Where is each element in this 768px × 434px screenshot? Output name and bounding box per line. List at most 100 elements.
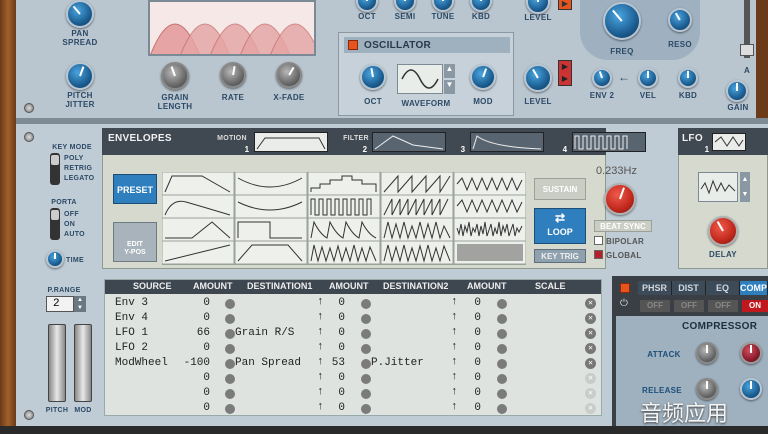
env-tab-4[interactable] xyxy=(572,132,646,152)
destination-1-arrow-icon[interactable]: ↑ xyxy=(317,341,324,353)
freq-knob[interactable] xyxy=(603,2,641,40)
fx-tab-comp[interactable]: COMP xyxy=(740,281,768,295)
amount-2-cell[interactable]: 0 xyxy=(338,327,345,339)
amount-3-knob-icon[interactable] xyxy=(497,389,507,399)
table-row[interactable]: Env 3 0 0 0 ↑ ↑ ✕ xyxy=(105,296,601,311)
prange-stepper[interactable]: ▲ ▼ xyxy=(74,296,86,312)
amount-1-knob-icon[interactable] xyxy=(225,359,235,369)
source-cell[interactable]: ModWheel xyxy=(115,357,168,369)
lfo-tab-1[interactable] xyxy=(712,133,746,151)
amount-2-knob-icon[interactable] xyxy=(361,359,371,369)
destination-2-arrow-icon[interactable]: ↑ xyxy=(451,401,458,413)
rate-knob[interactable] xyxy=(220,62,246,88)
destination-1-arrow-icon[interactable]: ↑ xyxy=(317,296,324,308)
vel-knob[interactable] xyxy=(638,68,658,88)
amount-1-knob-icon[interactable] xyxy=(225,344,235,354)
comp-threshold-knob[interactable] xyxy=(740,342,762,364)
key-trig-button[interactable]: KEY TRIG xyxy=(534,249,586,263)
preset-button[interactable]: PRESET xyxy=(113,174,157,204)
mod-wheel[interactable] xyxy=(74,324,92,402)
fx-tab-phsr[interactable]: PHSR xyxy=(638,281,672,295)
amount-3-cell[interactable]: 0 xyxy=(474,387,481,399)
waveform-down-arrow[interactable]: ▼ xyxy=(444,80,455,94)
amount-2-knob-icon[interactable] xyxy=(361,299,371,309)
amount-1-cell[interactable]: 66 xyxy=(197,327,210,339)
pan-spread-knob[interactable] xyxy=(66,0,94,28)
fx-power-led[interactable] xyxy=(620,283,630,293)
destination-2-arrow-icon[interactable]: ↑ xyxy=(451,296,458,308)
table-row[interactable]: Env 4 0 0 0 ↑ ↑ ✕ xyxy=(105,311,601,326)
waveform-up-arrow[interactable]: ▲ xyxy=(444,64,455,78)
porta-switch[interactable] xyxy=(50,208,60,240)
bipolar-checkbox[interactable] xyxy=(594,236,603,245)
table-row[interactable]: 0 0 0 ↑ ↑ ✕ xyxy=(105,371,601,386)
gain-knob[interactable] xyxy=(726,80,748,102)
sustain-button[interactable]: SUSTAIN xyxy=(534,178,586,200)
fx-eq-state[interactable]: OFF xyxy=(708,300,738,312)
amount-3-knob-icon[interactable] xyxy=(497,359,507,369)
destination-1-arrow-icon[interactable]: ↑ xyxy=(317,311,324,323)
amount-3-cell[interactable]: 0 xyxy=(474,312,481,324)
amount-3-cell[interactable]: 0 xyxy=(474,327,481,339)
clear-row-icon[interactable]: ✕ xyxy=(585,343,596,354)
amp-fader-cap[interactable] xyxy=(740,44,754,56)
comp-ratio-knob[interactable] xyxy=(740,378,762,400)
amount-1-knob-icon[interactable] xyxy=(225,374,235,384)
attack-knob[interactable] xyxy=(696,342,718,364)
amount-1-knob-icon[interactable] xyxy=(225,389,235,399)
beat-sync-button[interactable]: BEAT SYNC xyxy=(594,220,652,232)
route-button-1[interactable]: ▶ xyxy=(558,0,572,10)
destination-2-cell[interactable]: P.Jitter xyxy=(371,357,424,369)
destination-1-arrow-icon[interactable]: ↑ xyxy=(317,326,324,338)
destination-1-cell[interactable]: Grain R/S xyxy=(235,327,294,339)
env-rate-knob[interactable] xyxy=(604,183,636,215)
table-row[interactable]: 0 0 0 ↑ ↑ ✕ xyxy=(105,401,601,416)
amount-1-cell[interactable]: 0 xyxy=(203,402,210,414)
amount-1-knob-icon[interactable] xyxy=(225,404,235,414)
amount-3-knob-icon[interactable] xyxy=(497,329,507,339)
amount-2-knob-icon[interactable] xyxy=(361,404,371,414)
source-cell[interactable]: LFO 2 xyxy=(115,342,148,354)
pitch-jitter-knob[interactable] xyxy=(66,62,94,90)
destination-2-arrow-icon[interactable]: ↑ xyxy=(451,356,458,368)
amount-2-knob-icon[interactable] xyxy=(361,314,371,324)
loop-button[interactable]: ⇄ LOOP xyxy=(534,208,586,244)
env-tab-3[interactable] xyxy=(470,132,544,152)
amount-3-knob-icon[interactable] xyxy=(497,404,507,414)
table-row[interactable]: 0 0 0 ↑ ↑ ✕ xyxy=(105,386,601,401)
lfo-delay-knob[interactable] xyxy=(708,216,738,246)
destination-2-arrow-icon[interactable]: ↑ xyxy=(451,311,458,323)
amount-3-cell[interactable]: 0 xyxy=(474,402,481,414)
kbd-knob[interactable] xyxy=(678,68,698,88)
destination-2-arrow-icon[interactable]: ↑ xyxy=(451,371,458,383)
lfo-wave-display[interactable] xyxy=(698,172,738,202)
source-cell[interactable]: Env 3 xyxy=(115,297,148,309)
amount-3-knob-icon[interactable] xyxy=(497,374,507,384)
env2-knob[interactable] xyxy=(592,68,612,88)
amount-3-cell[interactable]: 0 xyxy=(474,372,481,384)
edit-ypos-button[interactable]: EDIT Y-POS xyxy=(113,222,157,262)
amount-2-knob-icon[interactable] xyxy=(361,329,371,339)
prange-display[interactable]: 2 xyxy=(46,296,74,312)
destination-1-arrow-icon[interactable]: ↑ xyxy=(317,356,324,368)
osc-mod-knob[interactable] xyxy=(470,64,496,90)
amount-3-cell[interactable]: 0 xyxy=(474,357,481,369)
fx-phsr-state[interactable]: OFF xyxy=(640,300,670,312)
destination-1-arrow-icon[interactable]: ↑ xyxy=(317,386,324,398)
clear-row-icon[interactable]: ✕ xyxy=(585,313,596,324)
reso-knob[interactable] xyxy=(668,8,692,32)
amount-1-cell[interactable]: 0 xyxy=(203,387,210,399)
destination-1-arrow-icon[interactable]: ↑ xyxy=(317,371,324,383)
amount-3-knob-icon[interactable] xyxy=(497,344,507,354)
clear-row-icon[interactable]: ✕ xyxy=(585,403,596,414)
clear-row-icon[interactable]: ✕ xyxy=(585,373,596,384)
amount-1-knob-icon[interactable] xyxy=(225,314,235,324)
oscillator-power-led[interactable] xyxy=(348,40,358,50)
amount-1-knob-icon[interactable] xyxy=(225,329,235,339)
route-button-2[interactable]: ▶ ▶ xyxy=(558,60,572,86)
osc-oct-knob[interactable] xyxy=(360,64,386,90)
amount-3-knob-icon[interactable] xyxy=(497,314,507,324)
source-cell[interactable]: Env 4 xyxy=(115,312,148,324)
preset-shape-grid[interactable] xyxy=(162,172,526,265)
amount-1-cell[interactable]: 0 xyxy=(203,342,210,354)
